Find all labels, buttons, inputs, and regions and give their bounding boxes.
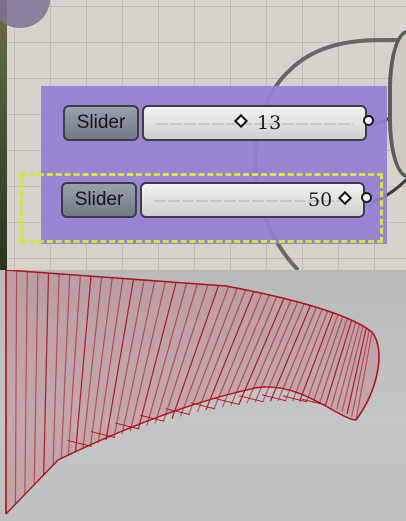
slider-bar[interactable]: 13 — [142, 105, 367, 141]
slider-value: 13 — [257, 112, 282, 134]
surface-hatch — [261, 394, 287, 402]
surface-fill — [6, 270, 379, 514]
slider-tag[interactable]: Slider — [63, 105, 139, 141]
slider-track — [156, 123, 353, 125]
surface-hatch — [239, 395, 264, 403]
surface-hatch — [215, 398, 240, 405]
selection-highlight — [20, 173, 383, 243]
slider-knob[interactable] — [233, 113, 249, 129]
grasshopper-canvas[interactable]: Slider 13 Slider 50 — [0, 0, 406, 270]
twisted-surface-preview — [5, 270, 380, 515]
rhino-viewport[interactable] — [0, 270, 406, 521]
output-grip[interactable] — [363, 115, 374, 126]
